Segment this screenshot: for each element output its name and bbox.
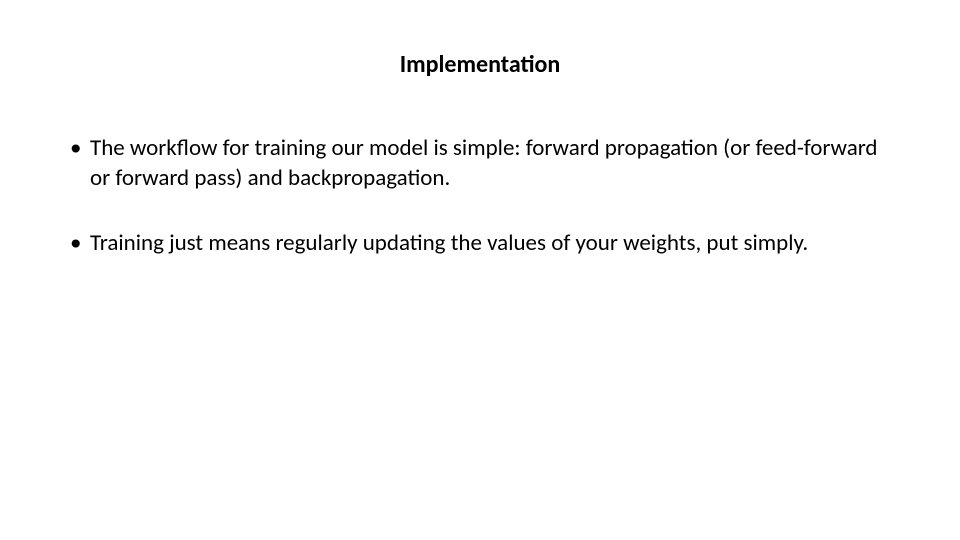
slide-container: Implementation The workflow for training… — [0, 0, 960, 540]
list-item: The workflow for training our model is s… — [70, 134, 890, 194]
bullet-list: The workflow for training our model is s… — [70, 134, 890, 259]
slide-title: Implementation — [70, 50, 890, 79]
list-item: Training just means regularly updating t… — [70, 229, 890, 259]
